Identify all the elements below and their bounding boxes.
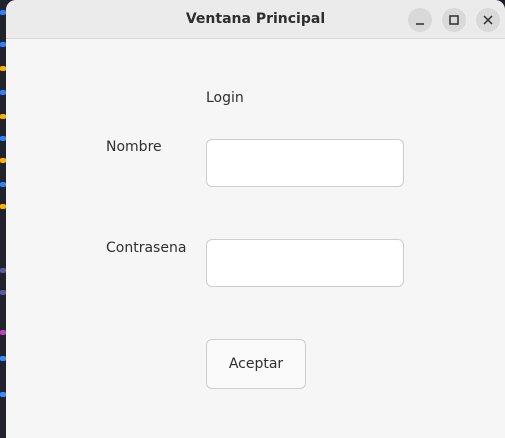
main-window: Ventana Principal Login Nombre Contrasen…	[6, 0, 505, 438]
login-heading: Login	[206, 90, 244, 106]
close-icon	[483, 15, 493, 25]
maximize-button[interactable]	[442, 8, 466, 32]
title-bar[interactable]: Ventana Principal	[6, 0, 505, 39]
minimize-icon	[416, 23, 424, 25]
nombre-label: Nombre	[106, 139, 162, 155]
minimize-button[interactable]	[408, 8, 432, 32]
password-field[interactable]	[206, 239, 404, 287]
accept-button[interactable]: Aceptar	[206, 339, 306, 389]
nombre-field[interactable]	[206, 139, 404, 187]
password-label: Contrasena	[106, 240, 187, 256]
maximize-icon	[449, 15, 459, 25]
close-button[interactable]	[476, 8, 500, 32]
